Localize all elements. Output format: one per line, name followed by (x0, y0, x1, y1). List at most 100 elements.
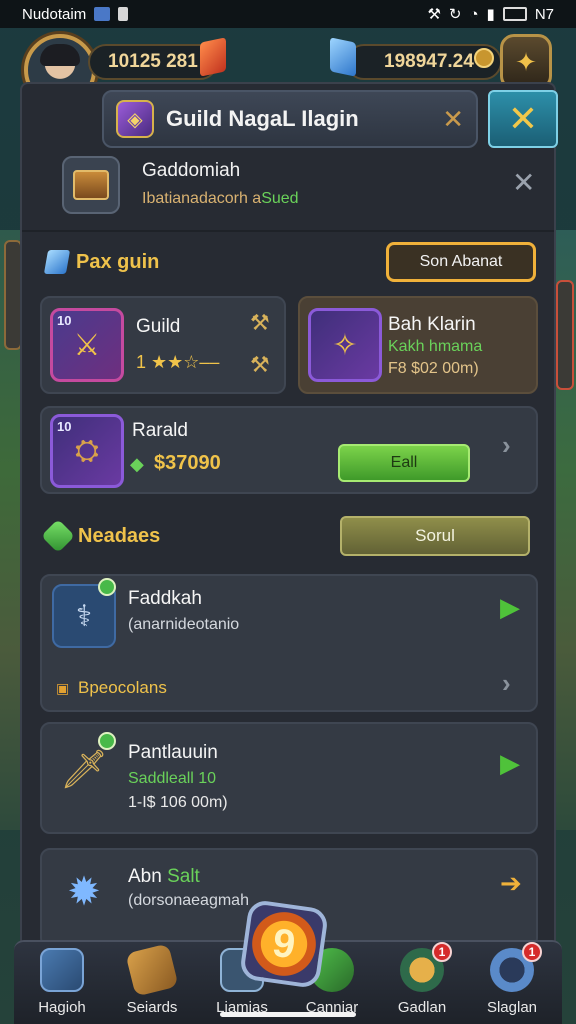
sword-icon: ⚔ (73, 328, 101, 362)
wifi-icon: ◔ (469, 5, 479, 23)
item-title: Faddkah (128, 588, 202, 609)
header-close-icon[interactable]: ✕ (442, 104, 464, 135)
battery-icon (502, 7, 527, 21)
buy-button[interactable]: Eall (338, 444, 470, 482)
sync-icon: ↻ (448, 6, 462, 23)
level-number: 10 (57, 419, 72, 434)
gold-amount: 10125 281 (108, 51, 198, 72)
alarm-icon: ⚒ (427, 6, 441, 23)
nav-item-seiards[interactable]: Seiards (104, 942, 200, 1024)
treasure-chest-icon (62, 156, 120, 214)
mace-icon: ✹ (67, 870, 101, 914)
gold-counter[interactable]: 10125 281 (88, 44, 218, 80)
anvil-icon: ⚒ (250, 352, 270, 377)
avatar-hair (40, 44, 80, 66)
info-sub-main: Ibatianadacorh a (142, 190, 262, 207)
item-title-main: Abn (128, 866, 162, 887)
home-indicator[interactable] (220, 1012, 356, 1017)
bah-klarin-card[interactable]: ✧ Bah Klarin Kakh hmama F8 $02 00m) (298, 296, 538, 394)
center-level-badge[interactable]: 9 (238, 898, 330, 990)
guild-crest-icon: ◈ (116, 100, 154, 138)
chevron-right-icon[interactable]: › (502, 668, 511, 699)
leaf-icon (41, 519, 75, 553)
section-header-pax: Pax guin (43, 250, 160, 274)
staff-icon: ⚕ (75, 599, 93, 633)
lock-icon (118, 7, 129, 21)
guild-panel: ◈ Guild NagaL Ilagin ✕ ✕ Gaddomiah Ibati… (20, 82, 558, 1012)
close-button[interactable]: ✕ (488, 90, 558, 148)
section-header-neadaes: Neadaes (41, 519, 161, 553)
relic-icon: ✧ (332, 328, 358, 362)
guild-card[interactable]: 10 ⚔ Guild 1 ★★☆‒‒ ⚒ ⚒ (40, 296, 286, 394)
scroll-icon (125, 943, 179, 997)
play-arrow-icon[interactable]: ➔ (500, 868, 522, 899)
play-arrow-icon[interactable]: ▶ (500, 592, 520, 623)
castle-icon (40, 948, 84, 992)
new-badge-icon (98, 732, 116, 750)
nav-item-slaglan[interactable]: 1 Slaglan (464, 942, 560, 1024)
gems-amount: 198947.24 (384, 51, 474, 72)
card-title: Guild (136, 316, 181, 337)
info-subtitle: Ibatianadacorh aSued (142, 190, 299, 208)
cannon-icon: ⛭ (75, 434, 99, 467)
blue-gem-icon (330, 37, 356, 77)
side-handle-right (556, 280, 574, 390)
nav-item-hagioh[interactable]: Hagioh (14, 942, 110, 1024)
section2-action-button[interactable]: Sorul (340, 516, 530, 556)
card-price: $37090 (154, 452, 221, 474)
tag-icon: ▣ (56, 680, 70, 696)
crystal-icon (43, 250, 71, 274)
status-bar: Nudotaim ⚒ ↻ ◔ ▮ N7 (0, 0, 576, 28)
card-sub-green: Kakh hmama (388, 338, 483, 355)
nav-label: Slaglan (486, 999, 538, 1016)
nav-label: Gadlan (397, 999, 447, 1016)
signal-icon: ▮ (486, 6, 495, 23)
section-label: Pax guin (76, 250, 160, 273)
dismiss-icon[interactable]: ✕ (512, 166, 535, 199)
level-number: 10 (57, 313, 72, 328)
item-sub-green: Saddleall 10 (128, 770, 217, 787)
status-text-right: N7 (534, 5, 554, 23)
card-title: Rarald (132, 420, 188, 441)
panel-header: ◈ Guild NagaL Ilagin ✕ (102, 90, 478, 148)
item-title-green: Salt (167, 866, 200, 887)
nav-item-gadlan[interactable]: 1 Gadlan (374, 942, 470, 1024)
chevron-right-icon[interactable]: › (502, 430, 511, 461)
coin-icon (474, 48, 494, 68)
guild-info-row: Gaddomiah Ibatianadacorh aSued ✕ (42, 156, 538, 226)
list-item[interactable]: ⚕ Faddkah (anarnideotanio ▶ ▣ Bpeocolans… (40, 574, 538, 712)
status-text-left: Nudotaim (22, 5, 87, 23)
gem-price-icon: ◆ (130, 454, 144, 474)
info-title: Gaddomiah (142, 160, 241, 181)
panel-title: Guild NagaL Ilagin (166, 106, 359, 131)
list-item[interactable]: 🗡 Pantlauuin Saddleall 10 1-I$ 106 00m) … (40, 722, 538, 834)
item-sub: (dorsonaeagmah (128, 892, 249, 909)
item-title: Abn Salt (128, 866, 200, 888)
cannon-thumbnail: 10 ⛭ (50, 414, 124, 488)
info-sub-highlight: Sued (261, 190, 299, 207)
item-sub-white: 1-I$ 106 00m) (128, 794, 228, 811)
red-gem-icon (200, 37, 226, 77)
new-badge-icon (98, 578, 116, 596)
card-title: Bah Klarin (388, 314, 476, 335)
item-sub: (anarnideotanio (128, 616, 240, 633)
relic-thumbnail: ✧ (308, 308, 382, 382)
nav-label: Hagioh (38, 999, 86, 1016)
section1-action-button[interactable]: Son Abanat (386, 242, 536, 282)
section-label: Neadaes (78, 524, 161, 547)
card-sub-gold: F8 $02 00m) (388, 360, 479, 377)
weapon-thumbnail: 10 ⚔ (50, 308, 124, 382)
dagger-icon: 🗡 (59, 749, 109, 791)
hammer-icon: ⚒ (250, 310, 270, 335)
item-title: Pantlauuin (128, 742, 218, 763)
item-footer: Bpeocolans (78, 678, 167, 697)
notification-badge: 1 (432, 942, 452, 962)
rarald-card[interactable]: 10 ⛭ Rarald ◆ $37090 Eall › (40, 406, 538, 494)
notification-badge: 1 (522, 942, 542, 962)
nav-label: Seiards (126, 999, 178, 1016)
play-arrow-icon[interactable]: ▶ (500, 748, 520, 779)
app-icon (94, 7, 111, 21)
star-rating: 1 ★★☆‒‒ (136, 352, 220, 372)
divider (22, 230, 554, 232)
mace-thumbnail: ✹ (52, 860, 116, 924)
